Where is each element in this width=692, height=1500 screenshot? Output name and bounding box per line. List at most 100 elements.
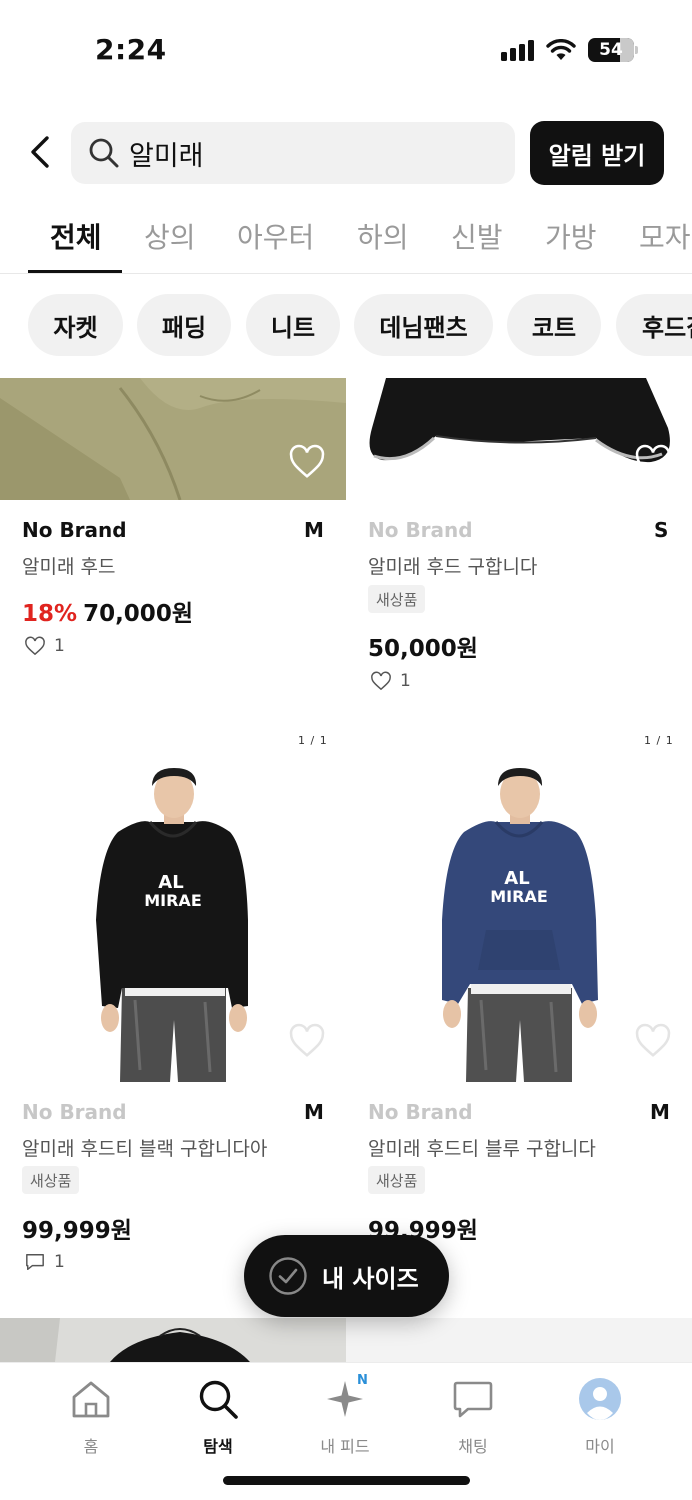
chat-icon	[451, 1377, 495, 1421]
product-image[interactable]	[346, 1318, 692, 1362]
wifi-icon	[546, 39, 576, 60]
home-icon	[69, 1377, 113, 1421]
chip-jacket[interactable]: 자켓	[28, 294, 123, 356]
heart-icon[interactable]	[288, 443, 326, 481]
hoodie-print-line1: AL	[504, 868, 529, 889]
search-icon	[87, 136, 121, 170]
nav-label: 내 피드	[320, 1437, 370, 1456]
product-title: 알미래 후드티 블랙 구합니다아	[22, 1138, 268, 1160]
tab-outer[interactable]: 아우터	[237, 216, 314, 273]
product-title: 알미래 후드	[22, 556, 116, 578]
chip-padding[interactable]: 패딩	[137, 294, 231, 356]
back-button[interactable]	[20, 132, 60, 172]
product-discount: 18%	[22, 601, 78, 627]
status-bar: 2:24 54	[0, 0, 692, 100]
nav-label: 탐색	[203, 1437, 233, 1456]
heart-outline-icon	[25, 636, 45, 656]
chip-knit[interactable]: 니트	[246, 294, 340, 356]
tab-bags[interactable]: 가방	[545, 216, 597, 273]
product-brand: No Brand	[368, 518, 473, 542]
nav-home[interactable]: 홈	[41, 1377, 141, 1457]
product-image[interactable]: AL MIRAE 1 / 1	[0, 720, 346, 1090]
hoodie-print-line2: MIRAE	[144, 891, 202, 910]
product-size: M	[304, 518, 324, 542]
product-image[interactable]	[0, 1318, 346, 1362]
heart-icon[interactable]	[634, 1022, 672, 1060]
product-image[interactable]: AL MIRAE 1 / 1	[346, 720, 692, 1090]
nav-my-feed[interactable]: N 내 피드	[295, 1373, 395, 1457]
product-size: M	[304, 1100, 324, 1124]
comment-icon	[26, 1254, 44, 1270]
alert-subscribe-button[interactable]: 알림 받기	[530, 121, 664, 185]
hoodie-print-line2: MIRAE	[490, 887, 548, 906]
product-likes: 1	[24, 636, 65, 656]
nav-chat[interactable]: 채팅	[423, 1377, 523, 1457]
my-size-button[interactable]: 내 사이즈	[244, 1235, 449, 1317]
likes-count: 1	[400, 671, 411, 691]
battery-icon: 54	[588, 38, 638, 62]
product-price: 70,000원	[83, 601, 193, 627]
product-brand: No Brand	[22, 518, 127, 542]
chevron-left-icon	[31, 136, 49, 168]
nav-label: 채팅	[458, 1437, 488, 1456]
product-title: 알미래 후드티 블루 구합니다	[368, 1138, 596, 1160]
tab-hats[interactable]: 모자	[639, 216, 691, 273]
battery-level: 54	[599, 40, 623, 60]
chip-denim-pants[interactable]: 데님팬츠	[354, 294, 493, 356]
active-tab-indicator	[28, 270, 122, 273]
heart-icon[interactable]	[634, 443, 672, 481]
search-header: 알림 받기	[0, 120, 692, 186]
product-photo	[0, 1318, 346, 1362]
nav-label: 홈	[83, 1437, 99, 1456]
new-item-badge: 새상품	[368, 1166, 426, 1194]
likes-count: 1	[54, 636, 65, 656]
product-photo	[346, 378, 692, 500]
product-image[interactable]	[346, 378, 692, 500]
search-icon	[196, 1377, 240, 1421]
image-page-indicator: 1 / 1	[644, 734, 674, 747]
product-likes: 1	[370, 671, 411, 691]
product-image[interactable]	[0, 378, 346, 500]
new-item-badge: 새상품	[22, 1166, 80, 1194]
product-size: M	[650, 1100, 670, 1124]
new-badge: N	[357, 1373, 368, 1388]
new-item-badge: 새상품	[368, 585, 426, 613]
product-card[interactable]: No Brand M 알미래 후드 18% 70,000원 1	[0, 378, 346, 718]
chip-coat[interactable]: 코트	[507, 294, 601, 356]
avatar-icon	[578, 1377, 622, 1421]
heart-icon[interactable]	[288, 1022, 326, 1060]
heart-outline-icon	[371, 671, 391, 691]
sparkle-icon: N	[323, 1373, 368, 1421]
product-comments: 1	[24, 1252, 65, 1272]
check-circle-icon	[269, 1257, 307, 1295]
product-title: 알미래 후드 구합니다	[368, 556, 538, 578]
product-brand: No Brand	[368, 1100, 473, 1124]
product-size: S	[654, 518, 669, 542]
tab-shoes[interactable]: 신발	[451, 216, 503, 273]
search-bar[interactable]	[71, 122, 515, 184]
nav-label: 마이	[585, 1437, 615, 1456]
signal-icon	[501, 39, 534, 61]
home-indicator[interactable]	[223, 1476, 470, 1485]
product-brand: No Brand	[22, 1100, 127, 1124]
my-size-label: 내 사이즈	[322, 1264, 419, 1293]
product-price-row: 18% 70,000원	[22, 594, 193, 628]
hoodie-print-line1: AL	[158, 872, 183, 893]
nav-my[interactable]: 마이	[550, 1377, 650, 1457]
tab-tops[interactable]: 상의	[144, 216, 196, 273]
image-page-indicator: 1 / 1	[298, 734, 328, 747]
product-price: 50,000원	[368, 636, 478, 662]
status-time: 2:24	[95, 33, 167, 66]
product-card[interactable]: AL MIRAE 1 / 1 No Brand M 알미래 후드티 블루 구합니…	[346, 720, 692, 1315]
search-input[interactable]	[129, 137, 469, 169]
category-tabs: 전체 상의 아우터 하의 신발 가방 모자	[0, 208, 692, 274]
product-card[interactable]: No Brand S 알미래 후드 구합니다 새상품 50,000원 1	[346, 378, 692, 718]
status-icons: 54	[501, 38, 638, 62]
product-price: 99,999원	[22, 1218, 132, 1244]
tab-bottoms[interactable]: 하의	[357, 216, 409, 273]
chip-hood-zipup[interactable]: 후드집업	[616, 294, 692, 356]
product-card[interactable]: AL MIRAE 1 / 1 No Brand M 알미래 후드티 블랙 구합니…	[0, 720, 346, 1315]
nav-search[interactable]: 탐색	[168, 1377, 268, 1457]
tab-all[interactable]: 전체	[50, 216, 102, 273]
product-photo	[0, 378, 346, 500]
